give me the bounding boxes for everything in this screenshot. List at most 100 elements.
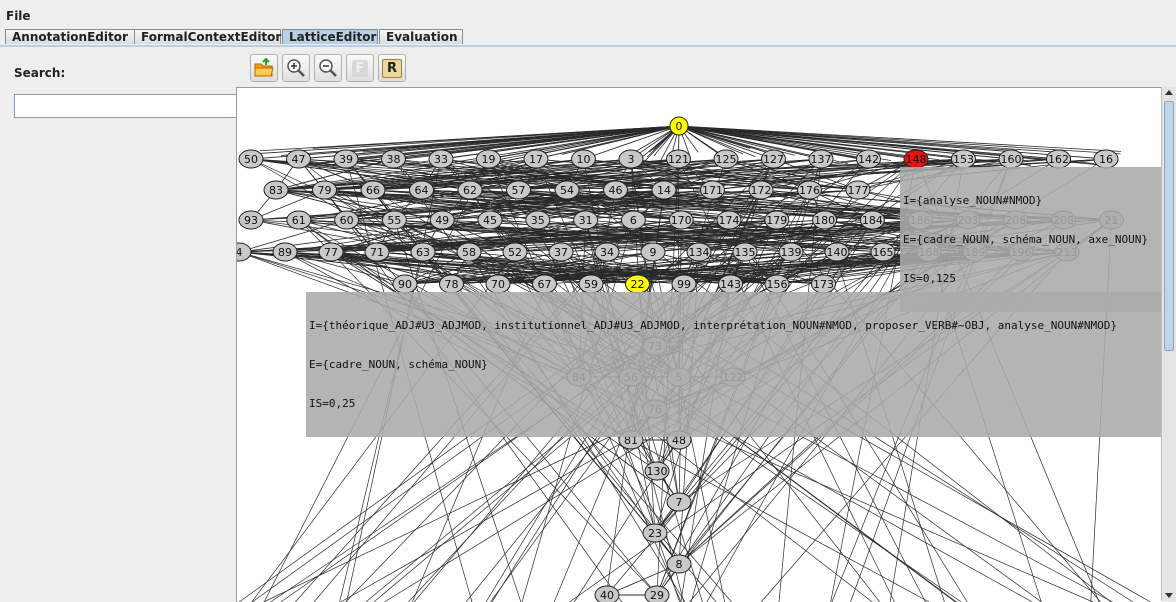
menu-file[interactable]: File: [6, 9, 31, 23]
concept-node-78[interactable]: 78: [439, 274, 464, 294]
concept-node-52[interactable]: 52: [502, 242, 528, 262]
concept-node-62[interactable]: 62: [457, 180, 483, 200]
concept-node-153[interactable]: 153: [951, 149, 976, 169]
concept-node-49[interactable]: 49: [429, 210, 455, 230]
concept-node-64[interactable]: 64: [409, 180, 434, 200]
concept-node-31[interactable]: 31: [573, 210, 599, 230]
concept-node-label: 160: [1001, 153, 1022, 166]
concept-node-10[interactable]: 10: [571, 149, 596, 169]
concept-node-162[interactable]: 162: [1046, 149, 1071, 169]
concept-node-134[interactable]: 134: [686, 242, 712, 262]
concept-node-130[interactable]: 130: [644, 461, 670, 481]
concept-node-label: 63: [416, 246, 430, 259]
tab-annotation-editor[interactable]: AnnotationEditor: [5, 29, 135, 44]
concept-node-39[interactable]: 39: [333, 149, 359, 169]
concept-node-label: 156: [767, 278, 788, 291]
concept-node-0[interactable]: 0: [669, 116, 689, 136]
concept-node-165[interactable]: 165: [870, 242, 896, 262]
concept-node-22[interactable]: 22: [625, 274, 650, 294]
concept-node-89[interactable]: 89: [272, 242, 298, 262]
f-button[interactable]: F: [346, 54, 374, 82]
concept-node-54[interactable]: 54: [554, 180, 580, 200]
concept-node-label: 140: [827, 246, 848, 259]
concept-node-71[interactable]: 71: [364, 242, 390, 262]
search-input[interactable]: [14, 94, 250, 118]
tab-lattice-editor[interactable]: LatticeEditor: [282, 29, 378, 44]
concept-node-37[interactable]: 37: [548, 242, 574, 262]
concept-node-156[interactable]: 156: [764, 274, 790, 294]
scroll-up-arrow-icon[interactable]: [1165, 90, 1173, 95]
concept-node-33[interactable]: 33: [428, 149, 454, 169]
concept-node-173[interactable]: 173: [811, 274, 836, 294]
r-button[interactable]: R: [378, 54, 406, 82]
concept-node-58[interactable]: 58: [456, 242, 482, 262]
concept-node-8[interactable]: 8: [666, 554, 692, 574]
concept-node-177[interactable]: 177: [845, 180, 871, 200]
concept-node-45[interactable]: 45: [477, 210, 503, 230]
concept-node-125[interactable]: 125: [713, 149, 739, 169]
concept-node-77[interactable]: 77: [318, 242, 344, 262]
zoom-in-button[interactable]: [282, 54, 310, 82]
concept-node-47[interactable]: 47: [286, 149, 311, 169]
concept-node-16[interactable]: 16: [1093, 149, 1119, 169]
concept-node-35[interactable]: 35: [525, 210, 551, 230]
tab-evaluation[interactable]: Evaluation: [379, 29, 463, 44]
concept-node-38[interactable]: 38: [381, 149, 406, 169]
concept-node-14[interactable]: 14: [651, 180, 677, 200]
concept-node-4[interactable]: 4: [237, 242, 252, 262]
scroll-down-arrow-icon[interactable]: [1165, 593, 1173, 598]
concept-node-50[interactable]: 50: [238, 149, 264, 169]
concept-node-90[interactable]: 90: [392, 274, 418, 294]
concept-node-55[interactable]: 55: [381, 210, 407, 230]
concept-node-121[interactable]: 121: [666, 149, 691, 169]
concept-node-184[interactable]: 184: [859, 210, 885, 230]
concept-node-29[interactable]: 29: [644, 585, 670, 602]
concept-node-172[interactable]: 172: [748, 180, 774, 200]
concept-node-148[interactable]: 148: [903, 149, 929, 169]
tab-formal-context-editor[interactable]: FormalContextEditor: [134, 29, 281, 44]
concept-node-19[interactable]: 19: [476, 149, 501, 169]
concept-node-34[interactable]: 34: [594, 242, 620, 262]
concept-node-60[interactable]: 60: [334, 210, 360, 230]
concept-node-143[interactable]: 143: [718, 274, 743, 294]
concept-node-137[interactable]: 137: [808, 149, 834, 169]
concept-node-99[interactable]: 99: [671, 274, 697, 294]
concept-node-61[interactable]: 61: [286, 210, 312, 230]
concept-node-79[interactable]: 79: [312, 180, 337, 200]
concept-node-70[interactable]: 70: [485, 274, 511, 294]
concept-node-59[interactable]: 59: [578, 274, 604, 294]
concept-node-46[interactable]: 46: [603, 180, 628, 200]
concept-node-93[interactable]: 93: [238, 210, 264, 230]
concept-node-67[interactable]: 67: [532, 274, 557, 294]
concept-node-176[interactable]: 176: [797, 180, 822, 200]
concept-node-9[interactable]: 9: [640, 242, 666, 262]
open-button[interactable]: [250, 54, 278, 82]
scroll-thumb[interactable]: [1164, 101, 1174, 351]
concept-node-6[interactable]: 6: [620, 210, 646, 230]
concept-node-179[interactable]: 179: [764, 210, 790, 230]
concept-node-142[interactable]: 142: [856, 149, 881, 169]
concept-node-57[interactable]: 57: [506, 180, 531, 200]
zoom-out-button[interactable]: [314, 54, 342, 82]
concept-node-139[interactable]: 139: [778, 242, 804, 262]
concept-node-7[interactable]: 7: [666, 492, 692, 512]
concept-node-170[interactable]: 170: [668, 210, 694, 230]
concept-node-135[interactable]: 135: [732, 242, 758, 262]
concept-node-3[interactable]: 3: [618, 149, 644, 169]
concept-node-label: 10: [577, 153, 591, 166]
concept-node-63[interactable]: 63: [410, 242, 436, 262]
vertical-scrollbar[interactable]: [1161, 87, 1176, 601]
concept-node-23[interactable]: 23: [642, 523, 668, 543]
concept-node-127[interactable]: 127: [761, 149, 786, 169]
concept-node-171[interactable]: 171: [700, 180, 725, 200]
concept-node-160[interactable]: 160: [998, 149, 1024, 169]
concept-node-17[interactable]: 17: [523, 149, 549, 169]
concept-node-180[interactable]: 180: [812, 210, 838, 230]
concept-node-label: 58: [462, 246, 476, 259]
concept-node-66[interactable]: 66: [360, 180, 386, 200]
concept-node-83[interactable]: 83: [263, 180, 289, 200]
lattice-viewport[interactable]: 0 50 47 39 38 33 19 17 10 3 121 125 127 137 142 148 153 1…: [236, 87, 1162, 602]
concept-node-174[interactable]: 174: [716, 210, 742, 230]
concept-node-40[interactable]: 40: [594, 585, 620, 602]
concept-node-140[interactable]: 140: [824, 242, 850, 262]
